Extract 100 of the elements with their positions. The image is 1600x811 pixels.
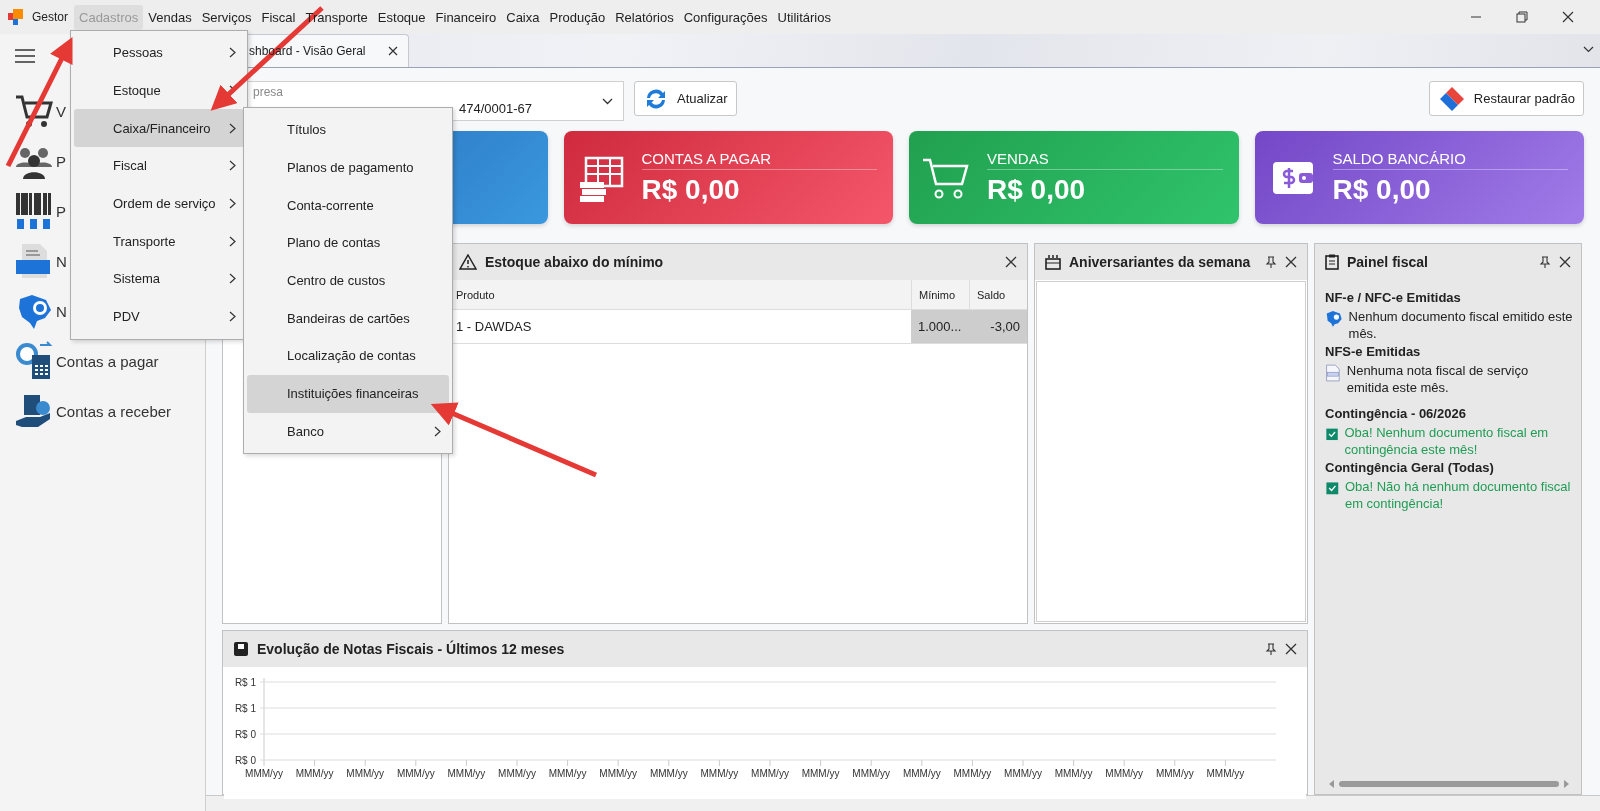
section-heading: Contingência - 06/2026: [1325, 406, 1467, 421]
chevron-right-icon: [229, 198, 236, 210]
app-name: Gestor: [32, 10, 68, 24]
card-value: R$ 0,00: [1332, 173, 1432, 206]
card-title: CONTAS A PAGAR: [641, 149, 877, 170]
y-tick-label: R$ 0: [234, 729, 256, 740]
x-tick-label: MMM/yy: [700, 768, 739, 779]
menu-item[interactable]: Localização de contas: [247, 337, 449, 375]
card-title: VENDAS: [987, 149, 1223, 170]
x-tick-label: MMM/yy: [498, 768, 536, 779]
y-tick-label: R$ 1: [234, 677, 256, 688]
app-logo-icon: [8, 9, 24, 25]
x-tick-label: MMM/yy: [649, 768, 688, 779]
y-tick-label: R$ 0: [234, 755, 256, 766]
table-cell: -3,00: [969, 310, 1027, 344]
menu-item[interactable]: Ordem de serviço: [74, 184, 244, 223]
x-tick-label: MMM/yy: [1004, 768, 1042, 779]
close-icon[interactable]: [387, 46, 398, 56]
menu-item[interactable]: PDV: [74, 297, 244, 336]
menu-item[interactable]: Instituições financeiras: [247, 374, 449, 413]
barcode-icon: [14, 191, 54, 231]
column-header[interactable]: Saldo: [969, 280, 1027, 310]
menu-item[interactable]: Financeiro: [430, 4, 502, 30]
refresh-button[interactable]: Atualizar: [634, 81, 737, 116]
pin-icon[interactable]: [1539, 256, 1551, 268]
menu-item[interactable]: Conta-corrente: [247, 186, 449, 225]
chevron-right-icon: [434, 425, 441, 437]
chevron-down-icon[interactable]: [1583, 46, 1594, 53]
close-icon[interactable]: [1285, 256, 1297, 268]
cake-icon: [1045, 254, 1061, 270]
chevron-right-icon: [229, 311, 236, 323]
status-message: Oba! Nenhum documento fiscal em contingência este mês!: [1344, 424, 1550, 458]
x-tick-label: MMM/yy: [1105, 768, 1144, 779]
sidebar-item[interactable]: Contas a receber: [56, 401, 176, 421]
x-tick-label: MMM/yy: [1155, 768, 1194, 779]
menu-item[interactable]: Bandeiras de cartões: [247, 299, 449, 338]
menu-item[interactable]: Vendas: [143, 4, 197, 30]
chevron-right-icon: [229, 47, 236, 59]
menu-item[interactable]: Produção: [544, 4, 611, 30]
x-tick-label: MMM/yy: [447, 768, 486, 779]
menu-item[interactable]: Estoque: [372, 4, 431, 30]
menu-item[interactable]: Fiscal: [74, 147, 244, 185]
x-tick-label: MMM/yy: [953, 768, 992, 779]
status-message: Nenhuma nota fiscal de serviço emitida este mês.: [1346, 362, 1530, 396]
status-message: Nenhum documento fiscal emitido este mês.: [1348, 308, 1573, 342]
close-icon[interactable]: [1562, 11, 1574, 23]
column-header[interactable]: Mínimo: [911, 280, 969, 310]
section-heading: Contingência Geral (Todas): [1325, 460, 1495, 475]
chevron-right-icon: [229, 235, 236, 247]
x-tick-label: MMM/yy: [751, 768, 789, 779]
x-tick-label: MMM/yy: [902, 768, 941, 779]
box-icon: [233, 641, 249, 657]
panel-title: Evolução de Notas Fiscais - Últimos 12 meses: [257, 641, 566, 657]
x-tick-label: MMM/yy: [1054, 768, 1093, 779]
menu-icon[interactable]: [14, 48, 36, 64]
card-title: SALDO BANCÁRIO: [1332, 149, 1568, 170]
map-icon: [1325, 308, 1343, 328]
menu-item[interactable]: Fiscal: [256, 4, 301, 30]
menu-item[interactable]: Planos de pagamento: [247, 148, 449, 187]
menu-item[interactable]: Serviços: [196, 4, 257, 30]
x-tick-label: MMM/yy: [245, 768, 283, 779]
menu-item[interactable]: Sistema: [74, 260, 244, 298]
x-tick-label: MMM/yy: [396, 768, 435, 779]
pin-icon[interactable]: [1265, 256, 1277, 268]
menu-item[interactable]: Transporte: [74, 222, 244, 261]
clipboard-icon: [1325, 254, 1339, 270]
restore-icon[interactable]: [1516, 11, 1528, 23]
menu-item[interactable]: Caixa/Financeiro: [74, 109, 244, 148]
menu-item[interactable]: Configurações: [678, 4, 773, 30]
table-cell: 1.000...: [911, 310, 969, 344]
card-value: R$ 0,00: [987, 173, 1087, 206]
card-value: R$ 0,00: [641, 173, 741, 206]
menu-item[interactable]: Centro de custos: [247, 261, 449, 300]
chevron-down-icon: [602, 98, 613, 105]
chevron-right-icon: [229, 160, 236, 172]
x-tick-label: MMM/yy: [852, 768, 891, 779]
calculator-icon: [14, 341, 54, 381]
x-tick-label: MMM/yy: [548, 768, 587, 779]
menu-item[interactable]: Banco: [247, 412, 449, 451]
close-icon[interactable]: [1285, 643, 1297, 655]
status-message: Oba! Não há nenhum documento fiscal em contingência!: [1344, 478, 1572, 512]
x-tick-label: MMM/yy: [295, 768, 334, 779]
menu-item[interactable]: Caixa: [501, 4, 545, 30]
panel-title: Estoque abaixo do mínimo: [485, 254, 665, 270]
close-icon[interactable]: [1005, 256, 1017, 268]
close-icon[interactable]: [1559, 256, 1571, 268]
x-tick-label: MMM/yy: [801, 768, 840, 779]
restore-default-button[interactable]: Restaurar padrão: [1428, 81, 1584, 116]
menu-item[interactable]: Utilitários: [772, 4, 836, 30]
y-tick-label: R$ 1: [234, 703, 256, 714]
section-heading: NFS-e Emitidas: [1325, 344, 1422, 359]
menu-item[interactable]: Relatórios: [610, 4, 679, 30]
pin-icon[interactable]: [1265, 643, 1277, 655]
warning-icon: [459, 254, 477, 270]
section-heading: NF-e / NFC-e Emitidas: [1325, 290, 1462, 305]
menu-item[interactable]: Plano de contas: [247, 224, 449, 262]
panel-title: Aniversariantes da semana: [1069, 254, 1252, 270]
x-tick-label: MMM/yy: [346, 768, 385, 779]
sidebar-item[interactable]: Contas a pagar: [56, 351, 176, 371]
panel-title: Painel fiscal: [1347, 254, 1429, 270]
